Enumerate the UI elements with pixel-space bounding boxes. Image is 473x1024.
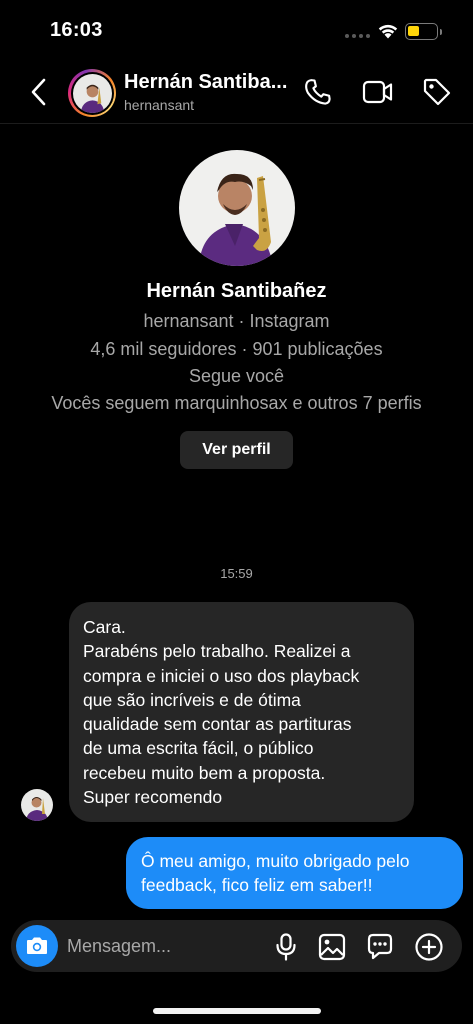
profile-photo[interactable] <box>179 150 295 266</box>
plus-icon[interactable] <box>414 932 444 962</box>
contact-name[interactable]: Hernán Santiba... <box>124 71 287 94</box>
message-text: qualidade sem contar as partituras <box>83 714 352 735</box>
message-text: de uma escrita fácil, o público <box>83 738 314 759</box>
wifi-icon <box>378 24 398 39</box>
profile-handle: hernansant · Instagram <box>143 311 330 331</box>
mutual-followers: Vocês seguem marquinhosax e outros 7 per… <box>51 393 422 413</box>
status-bar: 16:03 <box>0 0 473 60</box>
gallery-icon[interactable] <box>318 933 346 961</box>
contact-username[interactable]: hernansant <box>124 97 194 113</box>
message-text: Cara. <box>83 617 126 637</box>
received-message-bubble[interactable]: Cara. Parabéns pelo trabalho. Realizei a… <box>69 602 414 822</box>
sticker-icon[interactable] <box>366 932 394 960</box>
status-time: 16:03 <box>50 19 103 41</box>
message-text: Ô meu amigo, muito obrigado pelo <box>141 851 410 871</box>
message-text: recebeu muito bem a proposta. <box>83 762 326 783</box>
message-composer <box>11 920 462 972</box>
back-icon[interactable] <box>26 76 52 108</box>
home-indicator[interactable] <box>153 1008 321 1014</box>
signal-icon <box>345 34 370 38</box>
message-input[interactable] <box>67 930 267 962</box>
header-avatar[interactable] <box>68 69 116 117</box>
message-text: Super recomendo <box>83 787 223 808</box>
follows-you-label: Segue você <box>188 366 285 386</box>
message-text: feedback, fico feliz em saber!! <box>141 875 373 896</box>
profile-stats: 4,6 mil seguidores · 901 publicações <box>90 339 383 359</box>
sender-avatar[interactable] <box>21 789 53 821</box>
message-text: compra e iniciei o uso dos playback <box>83 665 360 686</box>
message-timestamp: 15:59 <box>220 566 253 581</box>
view-profile-button[interactable]: Ver perfil <box>180 431 293 469</box>
battery-icon <box>405 23 442 40</box>
message-text: que são incríveis e de ótima <box>83 689 301 710</box>
sent-message-bubble[interactable]: Ô meu amigo, muito obrigado pelo feedbac… <box>126 837 463 909</box>
mic-icon[interactable] <box>275 933 297 961</box>
tag-icon[interactable] <box>422 77 452 107</box>
message-text: Parabéns pelo trabalho. Realizei a <box>83 641 351 662</box>
video-icon[interactable] <box>362 79 394 105</box>
camera-button[interactable] <box>16 925 58 967</box>
profile-name: Hernán Santibañez <box>146 280 327 302</box>
phone-icon[interactable] <box>303 77 333 107</box>
chat-header: Hernán Santiba... hernansant <box>0 62 473 124</box>
camera-icon <box>27 937 47 954</box>
